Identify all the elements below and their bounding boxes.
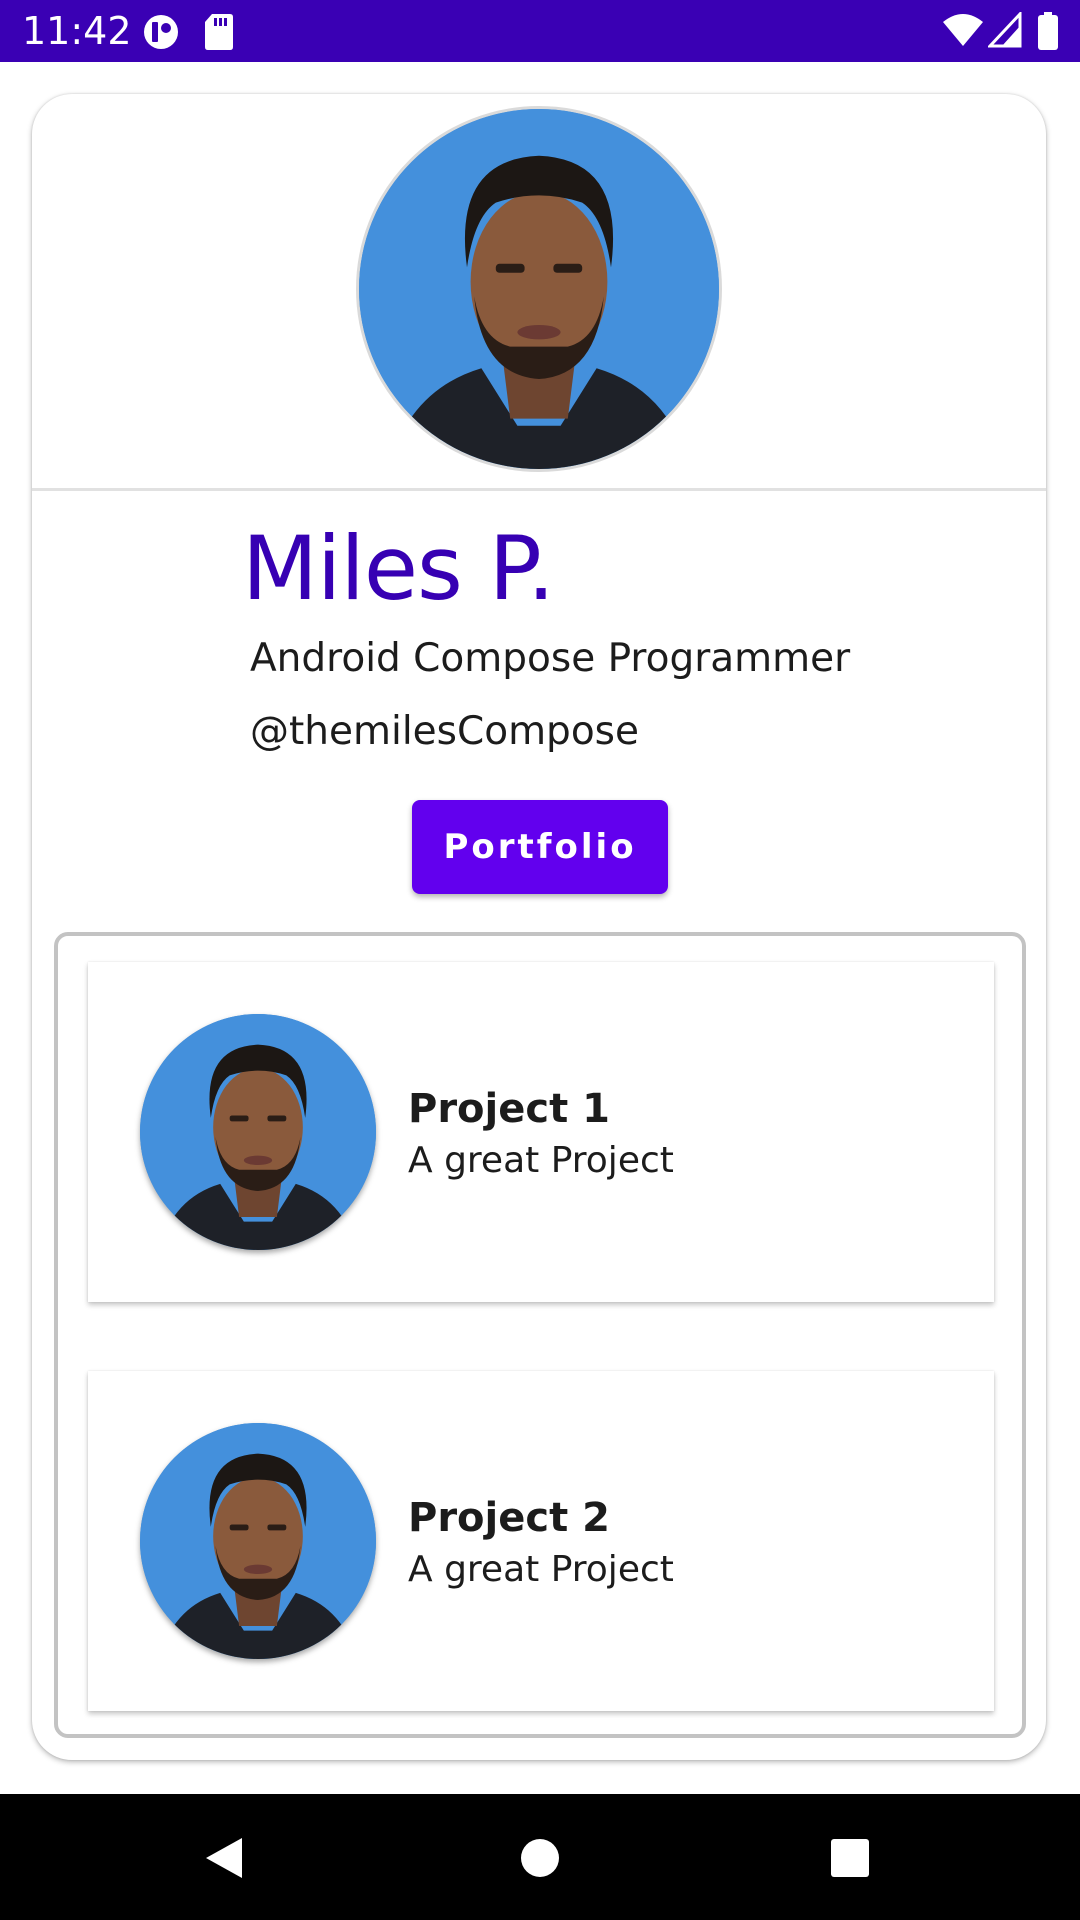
project-description: A great Project xyxy=(408,1549,674,1590)
project-avatar xyxy=(140,1423,376,1659)
project-title: Project 2 xyxy=(408,1495,610,1541)
navigation-bar xyxy=(0,1794,1080,1920)
project-card[interactable]: Project 2 A great Project xyxy=(88,1371,994,1711)
wifi-icon xyxy=(942,12,984,53)
back-icon[interactable] xyxy=(182,1816,266,1900)
home-icon[interactable] xyxy=(498,1816,582,1900)
profile-avatar xyxy=(356,106,722,472)
card-divider xyxy=(32,488,1046,491)
cell-signal-icon xyxy=(986,10,1022,53)
project-avatar xyxy=(140,1014,376,1250)
profile-handle: @themilesCompose xyxy=(250,709,639,754)
profile-card: Miles P. Android Compose Programmer @the… xyxy=(32,94,1046,1760)
battery-icon xyxy=(1038,12,1058,55)
project-card[interactable]: Project 1 A great Project xyxy=(88,962,994,1302)
project-description: A great Project xyxy=(408,1140,674,1181)
profile-role: Android Compose Programmer xyxy=(250,636,851,681)
projects-list: Project 1 A great Project Project 2 A gr xyxy=(54,932,1026,1738)
sd-card-icon xyxy=(204,13,234,56)
vpn-key-icon xyxy=(142,13,180,56)
recents-icon[interactable] xyxy=(808,1816,892,1900)
portfolio-button[interactable]: Portfolio xyxy=(412,800,668,894)
status-bar: 11:42 xyxy=(0,0,1080,62)
project-title: Project 1 xyxy=(408,1086,610,1132)
status-time: 11:42 xyxy=(22,9,132,53)
profile-name: Miles P. xyxy=(242,517,555,620)
